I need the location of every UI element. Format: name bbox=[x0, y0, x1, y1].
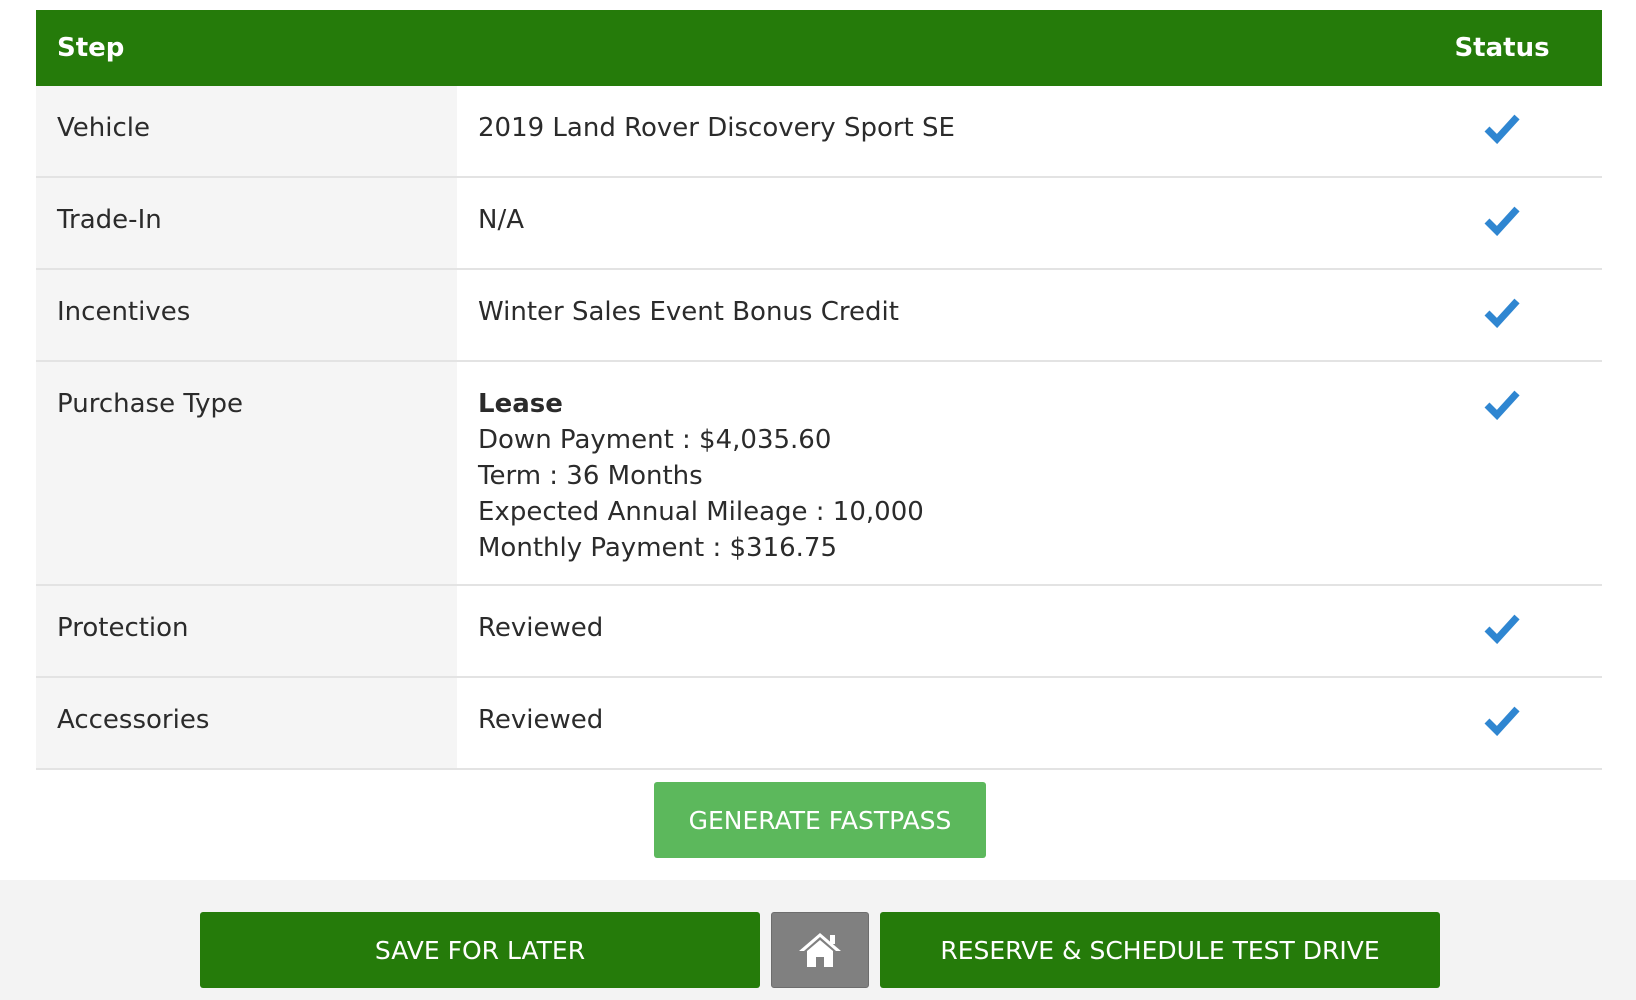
step-detail: 2019 Land Rover Discovery Sport SE bbox=[457, 86, 1402, 178]
step-detail: N/A bbox=[457, 177, 1402, 270]
table-row: Purchase Type Lease Down Payment : $4,03… bbox=[36, 361, 1602, 586]
monthly-payment-line: Monthly Payment : $316.75 bbox=[478, 533, 837, 563]
detail-column-header bbox=[457, 10, 1402, 86]
check-icon bbox=[1484, 390, 1520, 420]
step-label: Accessories bbox=[36, 677, 457, 770]
deal-steps-table: Step Status Vehicle 2019 Land Rover Disc… bbox=[36, 10, 1602, 770]
status-cell bbox=[1402, 585, 1602, 678]
step-detail: Lease Down Payment : $4,035.60 Term : 36… bbox=[457, 361, 1402, 586]
annual-mileage-line: Expected Annual Mileage : 10,000 bbox=[478, 497, 924, 527]
check-icon bbox=[1484, 706, 1520, 736]
step-label: Vehicle bbox=[36, 86, 457, 178]
save-for-later-button[interactable]: SAVE FOR LATER bbox=[200, 912, 760, 988]
status-cell bbox=[1402, 269, 1602, 362]
table-row: Incentives Winter Sales Event Bonus Cred… bbox=[36, 269, 1602, 362]
purchase-type-title: Lease bbox=[478, 389, 563, 419]
status-cell bbox=[1402, 677, 1602, 770]
step-label: Purchase Type bbox=[36, 361, 457, 586]
status-column-header: Status bbox=[1402, 10, 1602, 86]
step-detail: Reviewed bbox=[457, 677, 1402, 770]
status-cell bbox=[1402, 361, 1602, 586]
step-label: Protection bbox=[36, 585, 457, 678]
home-button[interactable] bbox=[771, 912, 869, 988]
check-icon bbox=[1484, 114, 1520, 144]
step-column-header: Step bbox=[36, 10, 457, 86]
step-detail: Reviewed bbox=[457, 585, 1402, 678]
status-cell bbox=[1402, 86, 1602, 178]
reserve-schedule-test-drive-button[interactable]: RESERVE & SCHEDULE TEST DRIVE bbox=[880, 912, 1440, 988]
table-header-row: Step Status bbox=[36, 10, 1602, 86]
footer-action-bar: SAVE FOR LATER RESERVE & SCHEDULE TEST D… bbox=[0, 880, 1636, 1000]
step-detail: Winter Sales Event Bonus Credit bbox=[457, 269, 1402, 362]
purchase-summary-page: Step Status Vehicle 2019 Land Rover Disc… bbox=[0, 0, 1636, 1000]
down-payment-line: Down Payment : $4,035.60 bbox=[478, 425, 832, 455]
table-row: Accessories Reviewed bbox=[36, 677, 1602, 770]
status-cell bbox=[1402, 177, 1602, 270]
check-icon bbox=[1484, 614, 1520, 644]
table-row: Vehicle 2019 Land Rover Discovery Sport … bbox=[36, 86, 1602, 178]
step-label: Incentives bbox=[36, 269, 457, 362]
table-row: Trade-In N/A bbox=[36, 177, 1602, 270]
check-icon bbox=[1484, 298, 1520, 328]
home-icon bbox=[799, 933, 841, 967]
generate-fastpass-button[interactable]: GENERATE FASTPASS bbox=[654, 782, 986, 858]
term-line: Term : 36 Months bbox=[478, 461, 703, 491]
check-icon bbox=[1484, 206, 1520, 236]
step-label: Trade-In bbox=[36, 177, 457, 270]
table-row: Protection Reviewed bbox=[36, 585, 1602, 678]
